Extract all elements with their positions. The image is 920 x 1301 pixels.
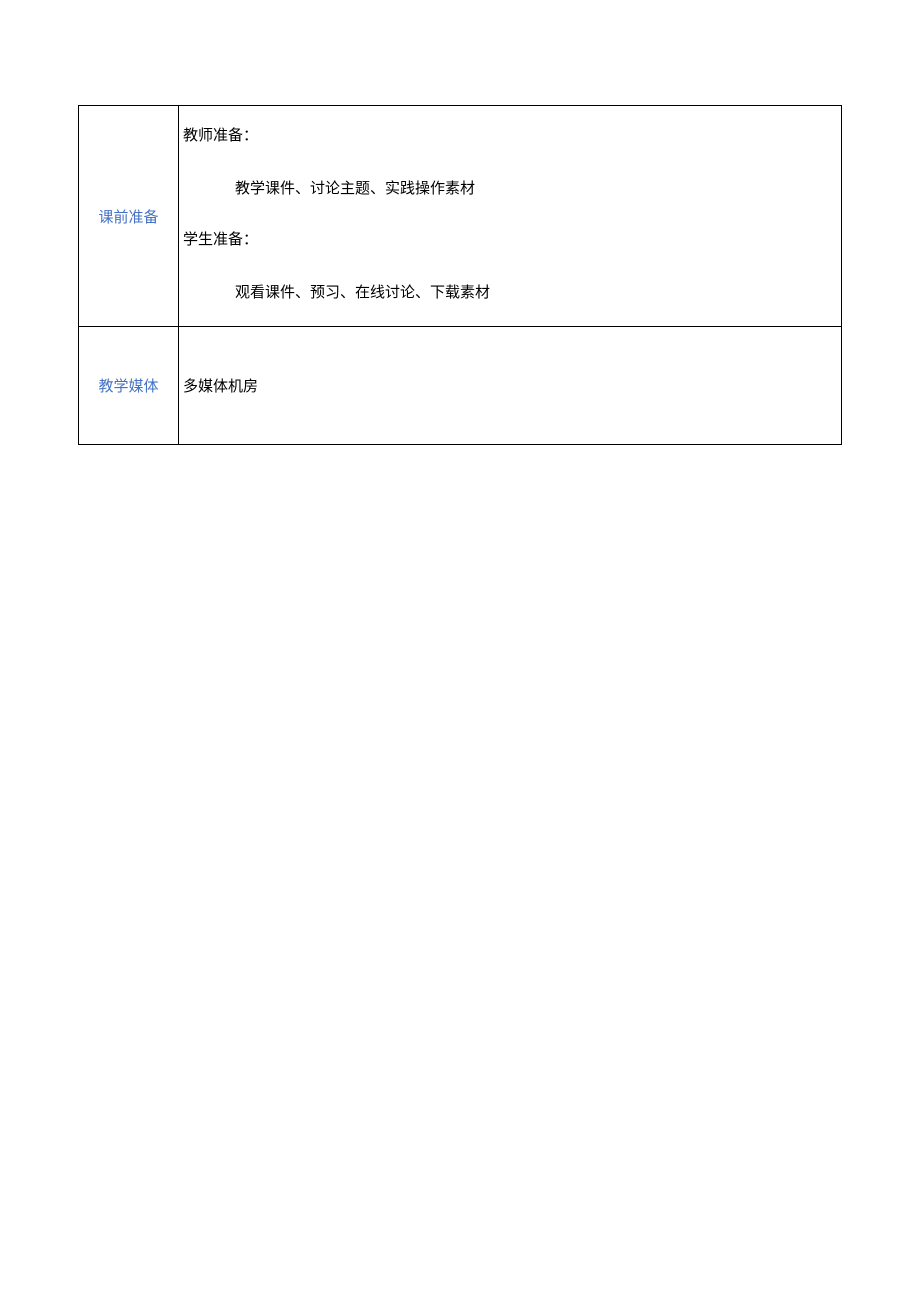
table-row: 课前准备 教师准备： 教学课件、讨论主题、实践操作素材 学生准备： 观看课件、预… — [79, 106, 842, 327]
teacher-prep-label: 教师准备： — [183, 124, 837, 145]
prep-content-wrapper: 教师准备： 教学课件、讨论主题、实践操作素材 学生准备： 观看课件、预习、在线讨… — [179, 106, 841, 326]
media-label: 教学媒体 — [98, 379, 158, 395]
prep-label: 课前准备 — [98, 210, 158, 226]
table-row: 教学媒体 多媒体机房 — [79, 327, 842, 445]
media-content-cell: 多媒体机房 — [179, 327, 842, 445]
media-content: 多媒体机房 — [183, 379, 258, 395]
prep-label-cell: 课前准备 — [79, 106, 179, 327]
media-label-cell: 教学媒体 — [79, 327, 179, 445]
lesson-plan-table: 课前准备 教师准备： 教学课件、讨论主题、实践操作素材 学生准备： 观看课件、预… — [78, 105, 842, 445]
teacher-prep-content: 教学课件、讨论主题、实践操作素材 — [183, 177, 837, 198]
student-prep-label: 学生准备： — [183, 228, 837, 249]
prep-content-cell: 教师准备： 教学课件、讨论主题、实践操作素材 学生准备： 观看课件、预习、在线讨… — [179, 106, 842, 327]
student-prep-content: 观看课件、预习、在线讨论、下载素材 — [183, 281, 837, 302]
